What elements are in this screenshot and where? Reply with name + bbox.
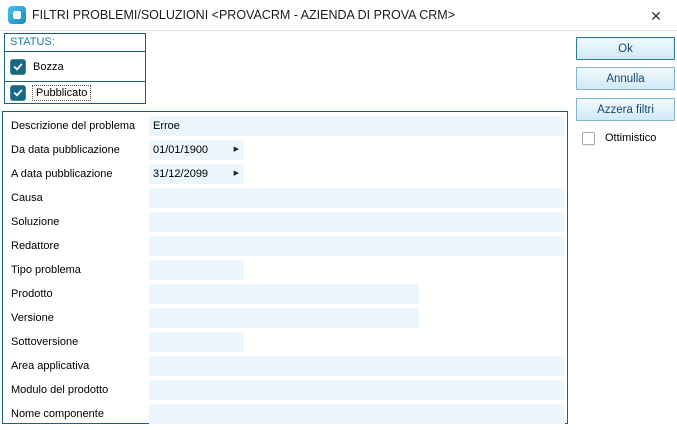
field-label-tipo-problema: Tipo problema [11,264,81,276]
form-row: Descrizione del problema Erroe [3,114,567,138]
field-label-causa: Causa [11,192,43,204]
field-label-soluzione: Soluzione [11,216,60,228]
form-row: Area applicativa [3,354,567,378]
filter-form-panel: Descrizione del problema Erroe Da data p… [2,111,568,424]
field-descrizione-problema[interactable]: Erroe [149,116,565,136]
field-label-nome-componente: Nome componente [11,408,104,420]
form-row: A data pubblicazione 31/12/2099 ▶ [3,162,567,186]
field-label-sottoversione: Sottoversione [11,336,79,348]
field-label-descrizione: Descrizione del problema [11,120,136,132]
form-row: Redattore [3,234,567,258]
form-row: Tipo problema [3,258,567,282]
checkbox-row-pubblicato[interactable]: Pubblicato [4,81,146,104]
field-modulo-del-prodotto[interactable] [149,380,565,400]
field-redattore[interactable] [149,236,565,256]
checkbox-ottimistico-unchecked[interactable] [582,132,595,145]
checkbox-pubblicato-checked[interactable] [10,84,26,101]
close-icon[interactable]: ✕ [640,0,672,30]
form-row: Soluzione [3,210,567,234]
status-groupbox: STATUS: Bozza Pubblicato [4,33,146,104]
field-label-redattore: Redattore [11,240,60,252]
annulla-button[interactable]: Annulla [576,67,675,90]
status-group-label: STATUS: [5,34,145,52]
title-bar: FILTRI PROBLEMI/SOLUZIONI <PROVACRM - AZ… [0,0,677,31]
field-a-data-pubblicazione[interactable]: 31/12/2099 ▶ [149,164,244,184]
field-label-modulo-prodotto: Modulo del prodotto [11,384,109,396]
ok-button[interactable]: Ok [576,37,675,60]
date-picker-arrow-icon[interactable]: ▶ [234,164,239,184]
checkmark-icon [13,63,23,70]
field-sottoversione[interactable] [149,332,244,352]
field-prodotto[interactable] [149,284,419,304]
field-da-data-pubblicazione[interactable]: 01/01/1900 ▶ [149,140,244,160]
app-icon [8,6,26,24]
form-row: Causa [3,186,567,210]
field-nome-componente[interactable] [149,404,565,424]
azzera-filtri-button[interactable]: Azzera filtri [576,98,675,121]
form-row: Sottoversione [3,330,567,354]
field-label-versione: Versione [11,312,54,324]
field-label-a-data: A data pubblicazione [11,168,113,180]
form-row: Nome componente [3,402,567,426]
field-area-applicativa[interactable] [149,356,565,376]
field-versione[interactable] [149,308,419,328]
field-tipo-problema[interactable] [149,260,244,280]
checkbox-bozza-checked[interactable] [10,58,26,75]
checkmark-icon [13,89,23,96]
checkbox-label-pubblicato: Pubblicato [31,84,92,101]
form-row: Da data pubblicazione 01/01/1900 ▶ [3,138,567,162]
form-row: Versione [3,306,567,330]
checkbox-row-bozza[interactable]: Bozza [5,52,145,81]
window-title: FILTRI PROBLEMI/SOLUZIONI <PROVACRM - AZ… [32,8,455,22]
field-label-area-applicativa: Area applicativa [11,360,90,372]
field-soluzione[interactable] [149,212,565,232]
form-row: Modulo del prodotto [3,378,567,402]
checkbox-label-bozza: Bozza [33,60,64,73]
checkbox-label-ottimistico: Ottimistico [605,132,657,144]
field-label-prodotto: Prodotto [11,288,53,300]
form-row: Prodotto [3,282,567,306]
field-label-da-data: Da data pubblicazione [11,144,120,156]
field-causa[interactable] [149,188,565,208]
date-picker-arrow-icon[interactable]: ▶ [234,140,239,160]
